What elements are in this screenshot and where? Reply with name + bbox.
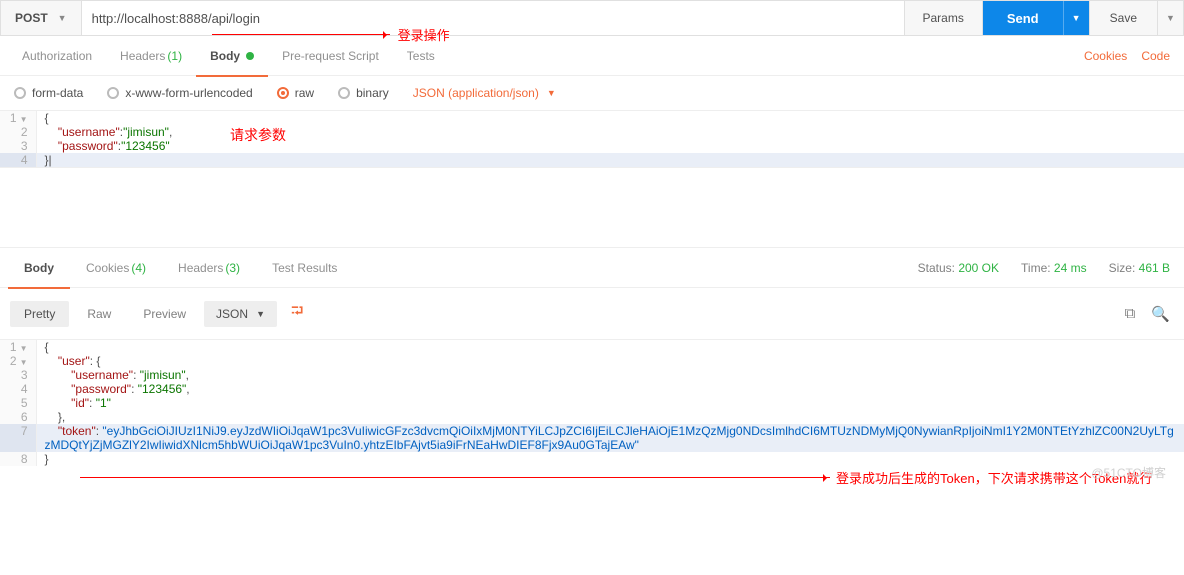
code-link[interactable]: Code	[1141, 49, 1170, 63]
params-button[interactable]: Params	[905, 1, 983, 35]
chevron-down-icon: ▼	[58, 13, 67, 23]
request-tabs: Authorization Headers (1) Body Pre-reque…	[0, 36, 1184, 76]
resp-tab-tests[interactable]: Test Results	[256, 248, 353, 288]
response-toolbar: Pretty Raw Preview JSON▼ ⮒ ⧉ 🔍	[0, 288, 1184, 340]
url-input[interactable]	[82, 11, 904, 26]
radio-form-data[interactable]: form-data	[14, 86, 83, 100]
send-button[interactable]: Send	[983, 1, 1063, 35]
raw-button[interactable]: Raw	[73, 301, 125, 327]
tab-headers[interactable]: Headers (1)	[106, 36, 196, 76]
request-body-editor[interactable]: 请求参数 1▼{ 2 "username":"jimisun", 3 "pass…	[0, 110, 1184, 168]
pretty-button[interactable]: Pretty	[10, 301, 69, 327]
wrap-lines-icon[interactable]: ⮒	[285, 294, 309, 333]
content-type-dropdown[interactable]: JSON (application/json)▼	[413, 86, 556, 100]
method-text: POST	[15, 11, 48, 25]
chevron-down-icon: ▼	[256, 309, 265, 319]
save-button-group: Save ▼	[1089, 1, 1183, 35]
response-body-editor[interactable]: 1▼{ 2▼ "user": { 3 "username": "jimisun"…	[0, 340, 1184, 466]
copy-icon[interactable]: ⧉	[1125, 305, 1136, 323]
response-status: Status: 200 OK Time: 24 ms Size: 461 B	[918, 261, 1170, 275]
arrow-icon	[80, 477, 830, 478]
chevron-down-icon: ▼	[1166, 13, 1175, 23]
resp-tab-cookies[interactable]: Cookies (4)	[70, 248, 162, 288]
chevron-down-icon: ▼	[1072, 13, 1081, 23]
http-method-dropdown[interactable]: POST ▼	[1, 1, 82, 35]
tab-authorization[interactable]: Authorization	[8, 36, 106, 76]
request-bar: POST ▼ 登录操作 Params Send ▼ Save ▼	[0, 0, 1184, 36]
tab-prerequest[interactable]: Pre-request Script	[268, 36, 393, 76]
send-button-group: Send ▼	[983, 1, 1089, 35]
body-type-row: form-data x-www-form-urlencoded raw bina…	[0, 76, 1184, 110]
send-dropdown[interactable]: ▼	[1063, 1, 1089, 35]
annotation-token: 登录成功后生成的Token，下次请求携带这个Token就行	[80, 468, 1184, 487]
unsaved-dot-icon	[246, 52, 254, 60]
request-right-links: Cookies Code	[1084, 49, 1170, 63]
radio-icon	[277, 87, 289, 99]
spacer	[0, 168, 1184, 248]
save-dropdown[interactable]: ▼	[1157, 1, 1183, 35]
chevron-down-icon: ▼	[547, 88, 556, 98]
radio-icon	[338, 87, 350, 99]
watermark: @51CTO博客	[1091, 464, 1166, 481]
cookies-link[interactable]: Cookies	[1084, 49, 1127, 63]
format-dropdown[interactable]: JSON▼	[204, 301, 277, 327]
url-wrapper: 登录操作	[82, 1, 905, 35]
radio-urlencoded[interactable]: x-www-form-urlencoded	[107, 86, 252, 100]
tab-tests[interactable]: Tests	[393, 36, 449, 76]
radio-icon	[107, 87, 119, 99]
preview-button[interactable]: Preview	[129, 301, 200, 327]
response-tabs: Body Cookies (4) Headers (3) Test Result…	[0, 248, 1184, 288]
save-button[interactable]: Save	[1089, 1, 1157, 35]
resp-tab-headers[interactable]: Headers (3)	[162, 248, 256, 288]
tab-body[interactable]: Body	[196, 36, 268, 76]
radio-icon	[14, 87, 26, 99]
radio-binary[interactable]: binary	[338, 86, 389, 100]
radio-raw[interactable]: raw	[277, 86, 314, 100]
resp-tab-body[interactable]: Body	[8, 248, 70, 288]
search-icon[interactable]: 🔍	[1151, 305, 1170, 323]
